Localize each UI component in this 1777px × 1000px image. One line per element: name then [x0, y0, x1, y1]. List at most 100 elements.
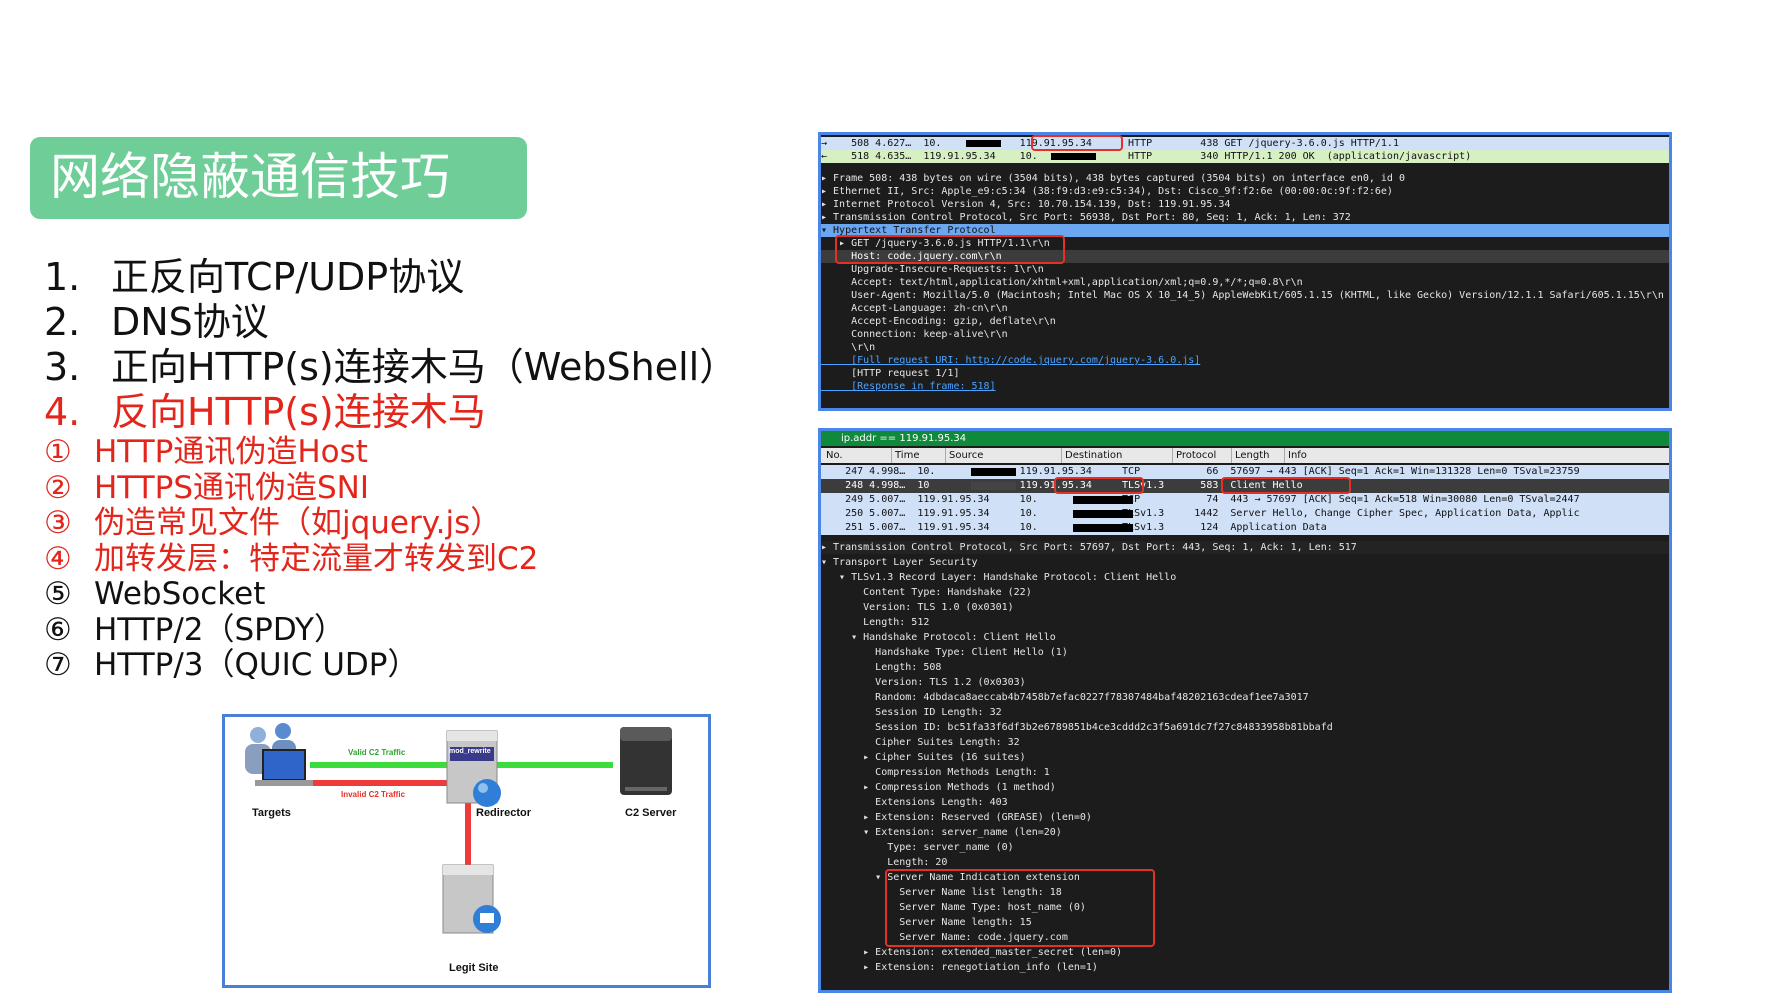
sub-item-text: HTTP/2（SPDY） [94, 611, 345, 648]
sub-item-mark: ⑤ [44, 576, 72, 612]
detail-row[interactable]: ▸ Frame 508: 438 bytes on wire (3504 bit… [821, 172, 1669, 185]
packet-row[interactable]: ← 518 4.635… 119.91.95.34 10. HTTP 340 H… [821, 150, 1669, 163]
sub-item-text: WebSocket [94, 576, 266, 612]
sub-item-mark: ④ [44, 540, 72, 577]
rewrite-label: mod_rewrite [449, 748, 491, 755]
column-header[interactable]: Length [1231, 448, 1270, 463]
sub-item-mark: ③ [44, 505, 72, 541]
outline-number: 3. [44, 345, 81, 389]
detail-row[interactable]: ▾ Extension: server_name (len=20) [821, 826, 1669, 839]
packet-row[interactable]: → 508 4.627… 10. 119.91.95.34 HTTP 438 G… [821, 137, 1669, 150]
detail-row[interactable]: [HTTP request 1/1] [821, 367, 1669, 380]
diagram-lines [245, 723, 672, 934]
detail-row[interactable]: ▾ Handshake Protocol: Client Hello [821, 631, 1669, 644]
column-header[interactable]: Time [891, 448, 919, 463]
sub-item-text: 加转发层：特定流量才转发到C2 [94, 540, 539, 577]
valid-traffic-label: Valid C2 Traffic [348, 748, 406, 757]
detail-row[interactable]: ▸ Ethernet II, Src: Apple_e9:c5:34 (38:f… [821, 185, 1669, 198]
display-filter-bar[interactable]: ip.addr == 119.91.95.34 [821, 431, 1669, 446]
wireshark-http-pane: → 508 4.627… 10. 119.91.95.34 HTTP 438 G… [818, 132, 1672, 411]
detail-row[interactable]: ▾ TLSv1.3 Record Layer: Handshake Protoc… [821, 571, 1669, 584]
detail-row[interactable]: Accept-Language: zh-cn\r\n [821, 302, 1669, 315]
detail-row[interactable]: ▸ Extension: renegotiation_info (len=1) [821, 961, 1669, 974]
sni-highlight [885, 869, 1155, 947]
sub-item: ③ 伪造常见文件（如jquery.js） [44, 505, 744, 542]
detail-row[interactable]: Upgrade-Insecure-Requests: 1\r\n [821, 263, 1669, 276]
packet-row[interactable]: 249 5.007… 119.91.95.34 10. TCP 74 443 →… [821, 493, 1669, 507]
sub-item-text: HTTP/3（QUIC UDP） [94, 647, 419, 683]
legit-site-label: Legit Site [449, 962, 499, 974]
detail-row[interactable]: Extensions Length: 403 [821, 796, 1669, 809]
detail-row[interactable]: Accept: text/html,application/xhtml+xml,… [821, 276, 1669, 289]
redirector-label: Redirector [476, 807, 532, 819]
outline-item: 3. 正向HTTP(s)连接木马（WebShell） [44, 345, 744, 390]
detail-row[interactable]: Cipher Suites Length: 32 [821, 736, 1669, 749]
packet-row[interactable]: 250 5.007… 119.91.95.34 10. TLSv1.3 1442… [821, 507, 1669, 521]
detail-row[interactable]: ▾ Transport Layer Security [821, 556, 1669, 569]
detail-link[interactable]: [Response in frame: 518] [821, 380, 1669, 393]
sub-item: ⑦ HTTP/3（QUIC UDP） [44, 647, 744, 684]
redaction [1073, 524, 1133, 532]
outline-item-active: 4. 反向HTTP(s)连接木马 [44, 390, 744, 435]
sub-item-text: 伪造常见文件（如jquery.js） [94, 505, 502, 541]
column-header[interactable]: Protocol [1172, 448, 1216, 463]
host-highlight [835, 235, 1065, 264]
detail-row[interactable]: Compression Methods Length: 1 [821, 766, 1669, 779]
detail-row[interactable]: Length: 512 [821, 616, 1669, 629]
column-header[interactable]: Source [945, 448, 983, 463]
detail-row[interactable]: ▸ Transmission Control Protocol, Src Por… [821, 211, 1669, 224]
redaction [966, 140, 1001, 147]
targets-icon [245, 723, 313, 786]
redirector-diagram: Valid C2 Traffic Invalid C2 Traffic mod_… [222, 714, 711, 988]
detail-row[interactable]: Content Type: Handshake (22) [821, 586, 1669, 599]
detail-row[interactable]: ▸ Cipher Suites (16 suites) [821, 751, 1669, 764]
redaction [971, 468, 1016, 476]
detail-row[interactable]: Type: server_name (0) [821, 841, 1669, 854]
packet-row[interactable]: 251 5.007… 119.91.95.34 10. TLSv1.3 124 … [821, 521, 1669, 535]
targets-label: Targets [252, 807, 291, 819]
detail-row[interactable]: Accept-Encoding: gzip, deflate\r\n [821, 315, 1669, 328]
redaction [1073, 496, 1133, 504]
dest-ip-highlight [1054, 477, 1144, 494]
detail-row[interactable]: \r\n [821, 341, 1669, 354]
outline-text: 正向HTTP(s)连接木马（WebShell） [111, 345, 738, 389]
column-header[interactable]: No. [823, 448, 843, 463]
detail-row[interactable]: ▸ Extension: extended_master_secret (len… [821, 946, 1669, 959]
detail-row[interactable]: Length: 20 [821, 856, 1669, 869]
c2-server-label: C2 Server [625, 807, 677, 819]
detail-row[interactable]: ▸ Extension: Reserved (GREASE) (len=0) [821, 811, 1669, 824]
outline-number: 4. [44, 390, 81, 434]
detail-row[interactable]: ▸ Transmission Control Protocol, Src Por… [821, 541, 1669, 554]
detail-row[interactable]: Session ID: bc51fa33f6df3b2e6789851b4ce3… [821, 721, 1669, 734]
c2-server-icon [620, 727, 672, 795]
legit-site-server-icon [442, 864, 501, 934]
sub-item-mark: ① [44, 434, 72, 470]
column-header[interactable]: Info [1284, 448, 1307, 463]
wireshark-tls-pane: ip.addr == 119.91.95.34 No. Time Source … [818, 428, 1672, 993]
detail-row[interactable]: Version: TLS 1.2 (0x0303) [821, 676, 1669, 689]
dest-ip-highlight [1031, 135, 1123, 151]
title-banner: 网络隐蔽通信技巧 [30, 137, 527, 219]
detail-row[interactable]: Session ID Length: 32 [821, 706, 1669, 719]
detail-row[interactable]: Random: 4dbdaca8aeccab4b7458b7efac0227f7… [821, 691, 1669, 704]
outline-text: DNS协议 [111, 300, 269, 344]
detail-row[interactable]: Connection: keep-alive\r\n [821, 328, 1669, 341]
outline-list: 1. 正反向TCP/UDP协议 2. DNS协议 3. 正向HTTP(s)连接木… [44, 255, 744, 684]
redaction [1073, 510, 1133, 518]
detail-row[interactable]: Length: 508 [821, 661, 1669, 674]
sub-item-mark: ⑦ [44, 647, 72, 683]
outline-number: 1. [44, 255, 81, 299]
column-header[interactable]: Destination [1061, 448, 1122, 463]
detail-row[interactable]: Handshake Type: Client Hello (1) [821, 646, 1669, 659]
sub-item-mark: ⑥ [44, 611, 72, 648]
display-filter-input[interactable]: ip.addr == 119.91.95.34 [841, 433, 966, 444]
detail-row[interactable]: User-Agent: Mozilla/5.0 (Macintosh; Inte… [821, 289, 1669, 302]
detail-row[interactable]: ▸ Compression Methods (1 method) [821, 781, 1669, 794]
sub-item: ⑥ HTTP/2（SPDY） [44, 611, 744, 649]
page-title: 网络隐蔽通信技巧 [50, 148, 450, 206]
detail-row[interactable]: Version: TLS 1.0 (0x0301) [821, 601, 1669, 614]
detail-row[interactable]: ▸ Internet Protocol Version 4, Src: 10.7… [821, 198, 1669, 211]
redirector-server-icon [446, 730, 501, 807]
detail-link[interactable]: [Full request URI: http://code.jquery.co… [821, 354, 1669, 367]
sub-item-mark: ② [44, 469, 72, 506]
